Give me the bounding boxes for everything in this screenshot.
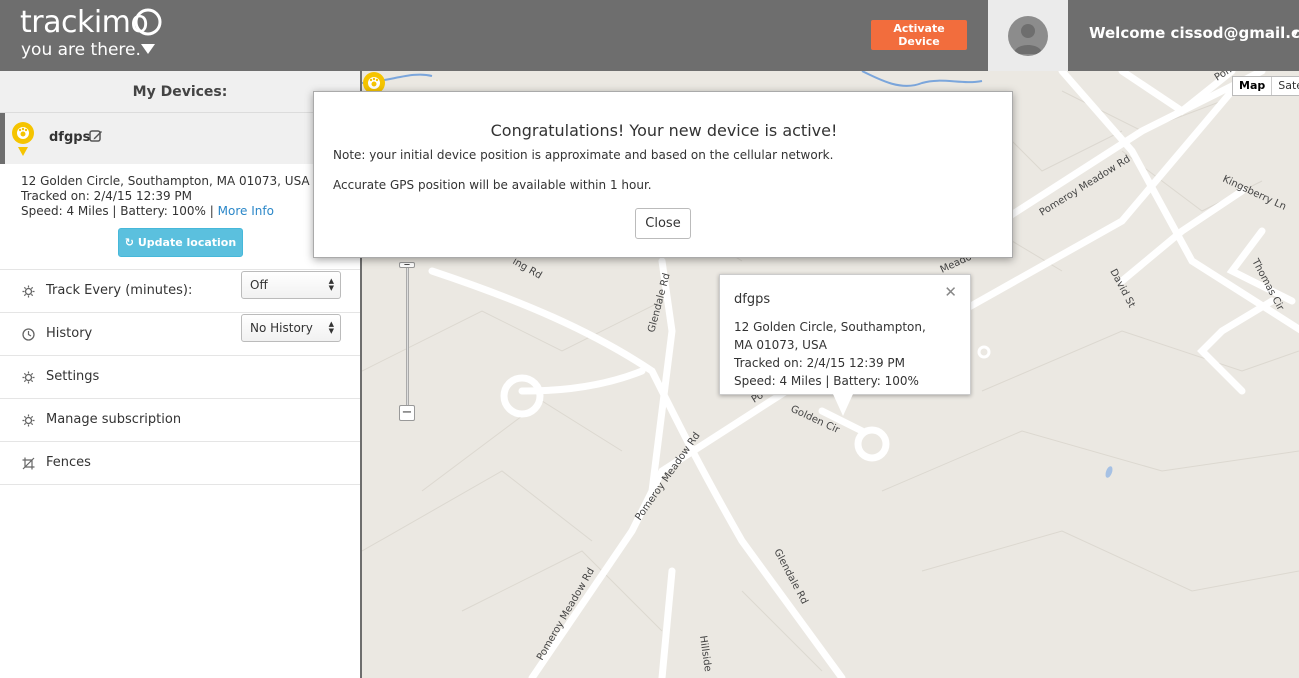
device-item[interactable]: dfgps xyxy=(0,113,360,164)
road-label: ing Rd xyxy=(511,256,544,282)
device-status: Speed: 4 Miles | Battery: 100% | xyxy=(21,204,214,218)
logo-pin-icon xyxy=(134,8,162,54)
menu-track-every[interactable]: Track Every (minutes): Off ▲ ▼ xyxy=(0,270,360,313)
select-arrows-icon: ▲ ▼ xyxy=(328,277,334,292)
select-arrows-icon: ▲ ▼ xyxy=(328,320,334,335)
road-label: Pomeroy Meadow Rd xyxy=(535,566,597,662)
map-type-map[interactable]: Map xyxy=(1233,77,1273,95)
menu-label: History xyxy=(46,326,93,341)
device-pin-icon xyxy=(12,122,34,156)
road-label: Kingsberry Ln xyxy=(1221,174,1288,213)
device-tracked: Tracked on: 2/4/15 12:39 PM xyxy=(21,189,193,203)
avatar-box[interactable] xyxy=(988,0,1068,71)
device-name: dfgps xyxy=(49,130,91,145)
modal-note: Note: your initial device position is ap… xyxy=(333,148,834,162)
refresh-icon: ↻ xyxy=(124,236,138,249)
infowindow-body: 12 Golden Circle, Southampton, MA 01073,… xyxy=(734,318,954,390)
gear-icon xyxy=(22,285,35,298)
road-label: Hillside xyxy=(697,635,713,673)
menu-label: Manage subscription xyxy=(46,412,182,427)
infowindow-title: dfgps xyxy=(734,292,771,307)
modal-note-gps: Accurate GPS position will be available … xyxy=(333,178,652,192)
track-every-value: Off xyxy=(250,278,268,292)
crop-icon xyxy=(22,457,35,470)
close-button[interactable]: Close xyxy=(635,208,691,239)
gear-icon xyxy=(22,414,35,427)
clock-icon xyxy=(22,328,35,341)
update-location-button[interactable]: ↻ Update location xyxy=(118,228,243,257)
history-select[interactable]: No History ▲ ▼ xyxy=(241,314,341,342)
zoom-slider-track[interactable] xyxy=(406,267,409,407)
map-infowindow: ✕ dfgps 12 Golden Circle, Southampton, M… xyxy=(719,274,971,395)
sidebar: My Devices: dfgps 12 Golden Circle, Sout… xyxy=(0,71,362,678)
edit-icon[interactable] xyxy=(89,129,103,143)
infowindow-line: 12 Golden Circle, Southampton, xyxy=(734,320,926,334)
map-type-satellite[interactable]: Satel xyxy=(1272,77,1299,95)
menu-label: Settings xyxy=(46,369,100,384)
menu-fences[interactable]: Fences xyxy=(0,442,360,485)
track-every-select[interactable]: Off ▲ ▼ xyxy=(241,271,341,299)
sidebar-title: My Devices: xyxy=(0,71,360,113)
zoom-slider-handle[interactable]: – xyxy=(399,258,415,271)
infowindow-line: Tracked on: 2/4/15 12:39 PM xyxy=(734,356,906,370)
map-type-control: Map Satel xyxy=(1232,76,1299,96)
history-value: No History xyxy=(250,321,313,335)
modal-title: Congratulations! Your new device is acti… xyxy=(490,121,838,140)
menu-label: Fences xyxy=(46,455,91,470)
activate-device-button[interactable]: Activate Device xyxy=(871,20,967,50)
zoom-out-button[interactable]: − xyxy=(399,405,415,421)
menu-manage-subscription[interactable]: Manage subscription xyxy=(0,399,360,442)
device-address: 12 Golden Circle, Southampton, MA 01073,… xyxy=(21,174,310,188)
avatar xyxy=(1008,16,1048,56)
close-icon[interactable]: ✕ xyxy=(944,283,957,301)
infowindow-line: MA 01073, USA xyxy=(734,338,828,352)
device-info: 12 Golden Circle, Southampton, MA 01073,… xyxy=(0,164,360,270)
road-label: Pomeroy Meadow Rd xyxy=(633,431,702,523)
menu-history[interactable]: History No History ▲ ▼ xyxy=(0,313,360,356)
infowindow-tail xyxy=(833,394,853,416)
road-label: Glendale Rd xyxy=(771,547,809,606)
menu-label: Track Every (minutes): xyxy=(46,283,193,298)
chevron-down-icon[interactable]: ▾ xyxy=(1293,28,1298,39)
welcome-user[interactable]: Welcome cissod@gmail.com xyxy=(1089,24,1299,42)
more-info-link[interactable]: More Info xyxy=(218,204,274,218)
gear-icon xyxy=(22,371,35,384)
menu-settings[interactable]: Settings xyxy=(0,356,360,399)
user-silhouette-icon xyxy=(1014,24,1042,54)
top-header: trackimo you are there. Activate Device … xyxy=(0,0,1299,71)
device-status-line: Speed: 4 Miles | Battery: 100% | More In… xyxy=(21,204,340,219)
infowindow-line: Speed: 4 Miles | Battery: 100% xyxy=(734,374,919,388)
activation-modal: Congratulations! Your new device is acti… xyxy=(313,91,1013,258)
update-location-label: Update location xyxy=(137,236,237,249)
